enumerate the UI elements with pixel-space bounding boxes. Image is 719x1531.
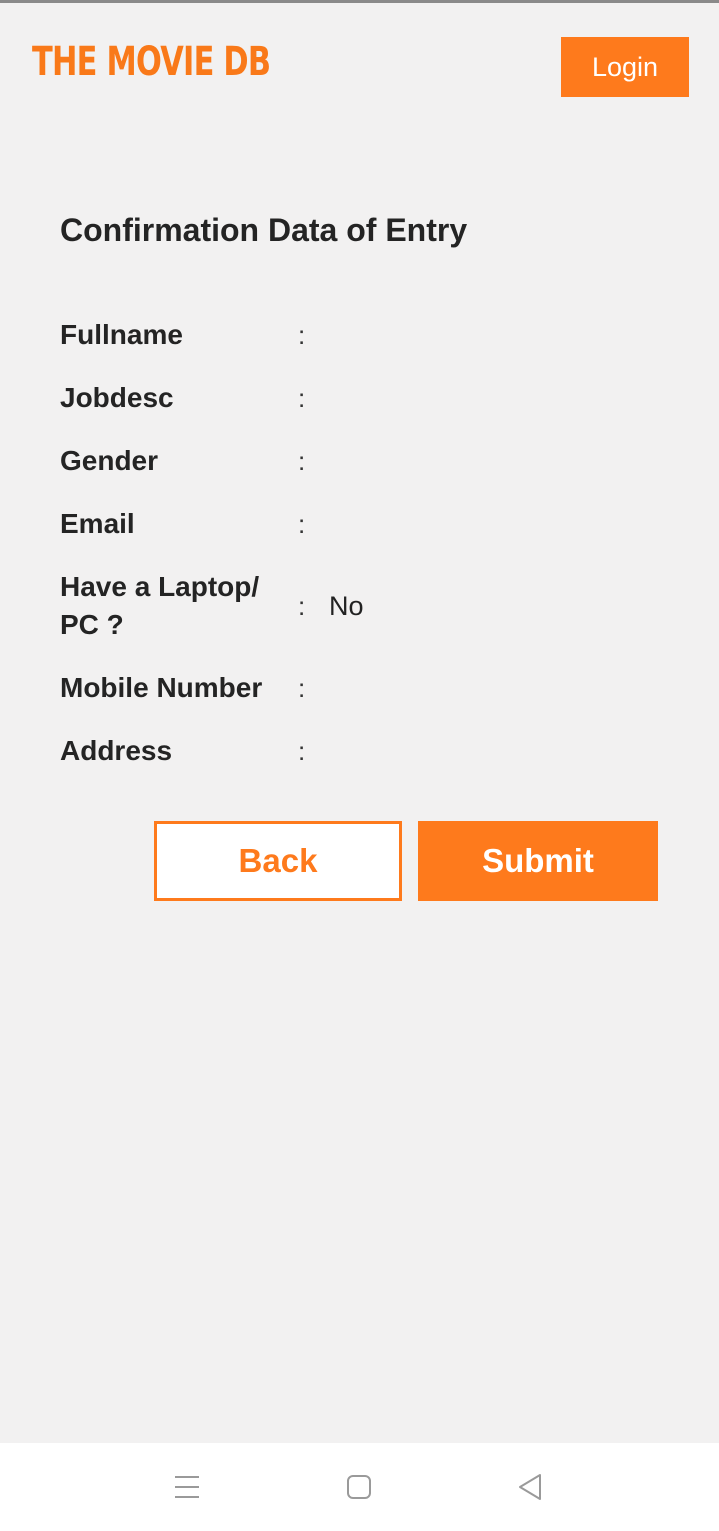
gender-separator: : (298, 446, 306, 476)
page-title: Confirmation Data of Entry (60, 212, 468, 248)
fullname-label: Fullname (60, 319, 183, 350)
home-square-icon[interactable] (337, 1465, 381, 1509)
laptop-label: Have a Laptop/ PC ? (60, 571, 260, 640)
fullname-separator: : (298, 320, 306, 350)
top-divider (0, 0, 719, 3)
app-logo[interactable]: THE MOVIE DB (32, 38, 271, 86)
gender-label: Gender (60, 445, 159, 476)
submit-button[interactable]: Submit (418, 821, 658, 901)
menu-icon[interactable] (165, 1465, 209, 1509)
address-label: Address (60, 735, 173, 766)
back-button[interactable]: Back (154, 821, 402, 901)
address-separator: : (298, 736, 306, 766)
back-triangle-icon[interactable] (508, 1465, 552, 1509)
system-navigation-bar (0, 1443, 719, 1531)
jobdesc-separator: : (298, 383, 306, 413)
mobile-number-separator: : (298, 673, 306, 703)
login-button[interactable]: Login (561, 37, 689, 97)
laptop-separator: : (298, 591, 306, 621)
mobile-number-label: Mobile Number (60, 672, 263, 703)
laptop-value: No (329, 591, 364, 621)
email-separator: : (298, 509, 306, 539)
email-label: Email (60, 508, 135, 539)
jobdesc-label: Jobdesc (60, 382, 174, 413)
